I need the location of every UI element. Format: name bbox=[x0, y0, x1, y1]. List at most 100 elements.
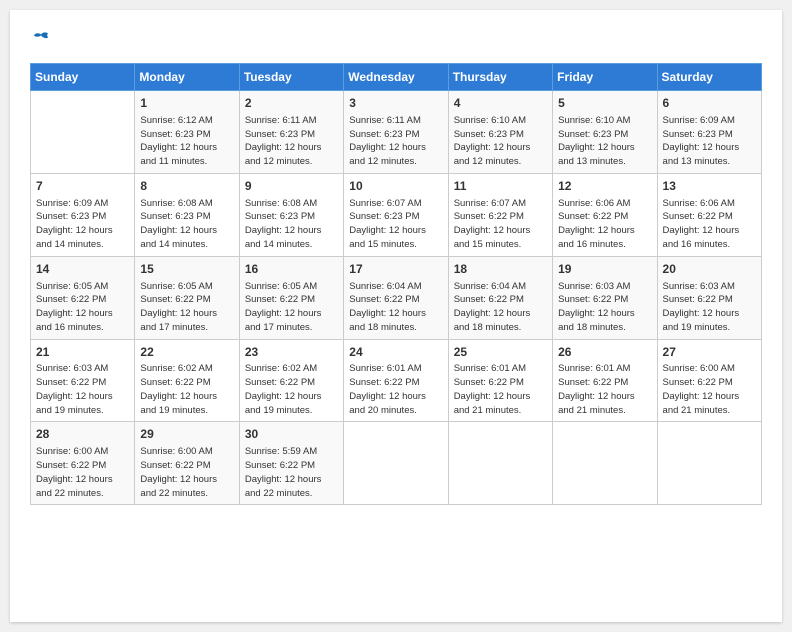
day-number: 26 bbox=[558, 344, 651, 361]
day-header-sunday: Sunday bbox=[31, 64, 135, 91]
calendar-day-cell: 20 Sunrise: 6:03 AM Sunset: 6:22 PM Dayli… bbox=[657, 256, 761, 339]
day-number: 29 bbox=[140, 426, 233, 443]
day-info: Sunrise: 6:05 AM Sunset: 6:22 PM Dayligh… bbox=[140, 280, 233, 335]
day-number: 16 bbox=[245, 261, 338, 278]
calendar-day-cell: 13 Sunrise: 6:06 AM Sunset: 6:22 PM Dayli… bbox=[657, 173, 761, 256]
day-info: Sunrise: 6:10 AM Sunset: 6:23 PM Dayligh… bbox=[454, 114, 547, 169]
calendar-table: SundayMondayTuesdayWednesdayThursdayFrid… bbox=[30, 63, 762, 505]
calendar-day-cell: 14 Sunrise: 6:05 AM Sunset: 6:22 PM Dayli… bbox=[31, 256, 135, 339]
calendar-day-cell: 6 Sunrise: 6:09 AM Sunset: 6:23 PM Daylig… bbox=[657, 91, 761, 174]
day-number: 12 bbox=[558, 178, 651, 195]
calendar-header-row: SundayMondayTuesdayWednesdayThursdayFrid… bbox=[31, 64, 762, 91]
day-info: Sunrise: 6:01 AM Sunset: 6:22 PM Dayligh… bbox=[349, 362, 442, 417]
calendar-week-row: 7 Sunrise: 6:09 AM Sunset: 6:23 PM Daylig… bbox=[31, 173, 762, 256]
day-info: Sunrise: 6:03 AM Sunset: 6:22 PM Dayligh… bbox=[36, 362, 129, 417]
day-info: Sunrise: 6:07 AM Sunset: 6:22 PM Dayligh… bbox=[454, 197, 547, 252]
calendar-day-cell: 4 Sunrise: 6:10 AM Sunset: 6:23 PM Daylig… bbox=[448, 91, 552, 174]
day-number: 19 bbox=[558, 261, 651, 278]
day-number: 15 bbox=[140, 261, 233, 278]
day-number: 21 bbox=[36, 344, 129, 361]
day-info: Sunrise: 6:08 AM Sunset: 6:23 PM Dayligh… bbox=[140, 197, 233, 252]
day-info: Sunrise: 6:05 AM Sunset: 6:22 PM Dayligh… bbox=[245, 280, 338, 335]
day-info: Sunrise: 6:10 AM Sunset: 6:23 PM Dayligh… bbox=[558, 114, 651, 169]
calendar-day-cell: 5 Sunrise: 6:10 AM Sunset: 6:23 PM Daylig… bbox=[553, 91, 657, 174]
calendar-day-cell: 19 Sunrise: 6:03 AM Sunset: 6:22 PM Dayli… bbox=[553, 256, 657, 339]
day-number: 25 bbox=[454, 344, 547, 361]
day-info: Sunrise: 6:06 AM Sunset: 6:22 PM Dayligh… bbox=[663, 197, 756, 252]
day-number: 7 bbox=[36, 178, 129, 195]
day-info: Sunrise: 6:03 AM Sunset: 6:22 PM Dayligh… bbox=[663, 280, 756, 335]
calendar-day-cell: 22Sunrise: 6:02 AM Sunset: 6:22 PM Dayli… bbox=[135, 339, 239, 422]
day-number: 10 bbox=[349, 178, 442, 195]
day-number: 13 bbox=[663, 178, 756, 195]
calendar-day-cell: 28Sunrise: 6:00 AM Sunset: 6:22 PM Dayli… bbox=[31, 422, 135, 505]
day-header-friday: Friday bbox=[553, 64, 657, 91]
day-info: Sunrise: 6:02 AM Sunset: 6:22 PM Dayligh… bbox=[140, 362, 233, 417]
day-info: Sunrise: 6:00 AM Sunset: 6:22 PM Dayligh… bbox=[663, 362, 756, 417]
day-number: 18 bbox=[454, 261, 547, 278]
day-number: 9 bbox=[245, 178, 338, 195]
day-header-wednesday: Wednesday bbox=[344, 64, 448, 91]
day-info: Sunrise: 6:04 AM Sunset: 6:22 PM Dayligh… bbox=[349, 280, 442, 335]
calendar-week-row: 1Sunrise: 6:12 AM Sunset: 6:23 PM Daylig… bbox=[31, 91, 762, 174]
calendar-day-cell: 15 Sunrise: 6:05 AM Sunset: 6:22 PM Dayli… bbox=[135, 256, 239, 339]
calendar-day-cell bbox=[657, 422, 761, 505]
day-info: Sunrise: 6:05 AM Sunset: 6:22 PM Dayligh… bbox=[36, 280, 129, 335]
day-number: 4 bbox=[454, 95, 547, 112]
day-number: 8 bbox=[140, 178, 233, 195]
day-info: Sunrise: 5:59 AM Sunset: 6:22 PM Dayligh… bbox=[245, 445, 338, 500]
calendar-day-cell: 25Sunrise: 6:01 AM Sunset: 6:22 PM Dayli… bbox=[448, 339, 552, 422]
day-info: Sunrise: 6:09 AM Sunset: 6:23 PM Dayligh… bbox=[36, 197, 129, 252]
day-info: Sunrise: 6:04 AM Sunset: 6:22 PM Dayligh… bbox=[454, 280, 547, 335]
logo bbox=[30, 30, 50, 48]
calendar-day-cell: 23Sunrise: 6:02 AM Sunset: 6:22 PM Dayli… bbox=[239, 339, 343, 422]
header bbox=[30, 30, 762, 48]
calendar-day-cell: 24Sunrise: 6:01 AM Sunset: 6:22 PM Dayli… bbox=[344, 339, 448, 422]
calendar-day-cell: 10 Sunrise: 6:07 AM Sunset: 6:23 PM Dayli… bbox=[344, 173, 448, 256]
calendar-day-cell: 16 Sunrise: 6:05 AM Sunset: 6:22 PM Dayli… bbox=[239, 256, 343, 339]
day-number: 5 bbox=[558, 95, 651, 112]
calendar-day-cell: 17 Sunrise: 6:04 AM Sunset: 6:22 PM Dayli… bbox=[344, 256, 448, 339]
day-info: Sunrise: 6:11 AM Sunset: 6:23 PM Dayligh… bbox=[349, 114, 442, 169]
day-header-monday: Monday bbox=[135, 64, 239, 91]
calendar-day-cell: 30Sunrise: 5:59 AM Sunset: 6:22 PM Dayli… bbox=[239, 422, 343, 505]
day-number: 11 bbox=[454, 178, 547, 195]
calendar-day-cell: 18 Sunrise: 6:04 AM Sunset: 6:22 PM Dayli… bbox=[448, 256, 552, 339]
day-number: 27 bbox=[663, 344, 756, 361]
day-header-tuesday: Tuesday bbox=[239, 64, 343, 91]
calendar-day-cell: 12Sunrise: 6:06 AM Sunset: 6:22 PM Dayli… bbox=[553, 173, 657, 256]
day-header-saturday: Saturday bbox=[657, 64, 761, 91]
day-number: 14 bbox=[36, 261, 129, 278]
day-number: 24 bbox=[349, 344, 442, 361]
day-info: Sunrise: 6:01 AM Sunset: 6:22 PM Dayligh… bbox=[558, 362, 651, 417]
calendar-week-row: 14 Sunrise: 6:05 AM Sunset: 6:22 PM Dayli… bbox=[31, 256, 762, 339]
day-number: 3 bbox=[349, 95, 442, 112]
day-header-thursday: Thursday bbox=[448, 64, 552, 91]
day-number: 20 bbox=[663, 261, 756, 278]
calendar-day-cell: 21Sunrise: 6:03 AM Sunset: 6:22 PM Dayli… bbox=[31, 339, 135, 422]
day-info: Sunrise: 6:09 AM Sunset: 6:23 PM Dayligh… bbox=[663, 114, 756, 169]
calendar-day-cell bbox=[31, 91, 135, 174]
calendar-day-cell bbox=[344, 422, 448, 505]
logo-bird-icon bbox=[32, 30, 50, 48]
calendar-day-cell: 8 Sunrise: 6:08 AM Sunset: 6:23 PM Daylig… bbox=[135, 173, 239, 256]
day-info: Sunrise: 6:12 AM Sunset: 6:23 PM Dayligh… bbox=[140, 114, 233, 169]
day-number: 22 bbox=[140, 344, 233, 361]
day-info: Sunrise: 6:02 AM Sunset: 6:22 PM Dayligh… bbox=[245, 362, 338, 417]
day-info: Sunrise: 6:03 AM Sunset: 6:22 PM Dayligh… bbox=[558, 280, 651, 335]
calendar-day-cell bbox=[553, 422, 657, 505]
day-info: Sunrise: 6:11 AM Sunset: 6:23 PM Dayligh… bbox=[245, 114, 338, 169]
day-info: Sunrise: 6:07 AM Sunset: 6:23 PM Dayligh… bbox=[349, 197, 442, 252]
calendar-day-cell: 7 Sunrise: 6:09 AM Sunset: 6:23 PM Daylig… bbox=[31, 173, 135, 256]
calendar-day-cell: 1Sunrise: 6:12 AM Sunset: 6:23 PM Daylig… bbox=[135, 91, 239, 174]
calendar-day-cell: 3 Sunrise: 6:11 AM Sunset: 6:23 PM Daylig… bbox=[344, 91, 448, 174]
day-info: Sunrise: 6:08 AM Sunset: 6:23 PM Dayligh… bbox=[245, 197, 338, 252]
day-info: Sunrise: 6:01 AM Sunset: 6:22 PM Dayligh… bbox=[454, 362, 547, 417]
calendar-day-cell: 26Sunrise: 6:01 AM Sunset: 6:22 PM Dayli… bbox=[553, 339, 657, 422]
calendar-week-row: 21Sunrise: 6:03 AM Sunset: 6:22 PM Dayli… bbox=[31, 339, 762, 422]
calendar-day-cell: 9 Sunrise: 6:08 AM Sunset: 6:23 PM Daylig… bbox=[239, 173, 343, 256]
calendar-day-cell: 2 Sunrise: 6:11 AM Sunset: 6:23 PM Daylig… bbox=[239, 91, 343, 174]
day-number: 17 bbox=[349, 261, 442, 278]
day-number: 2 bbox=[245, 95, 338, 112]
day-number: 6 bbox=[663, 95, 756, 112]
